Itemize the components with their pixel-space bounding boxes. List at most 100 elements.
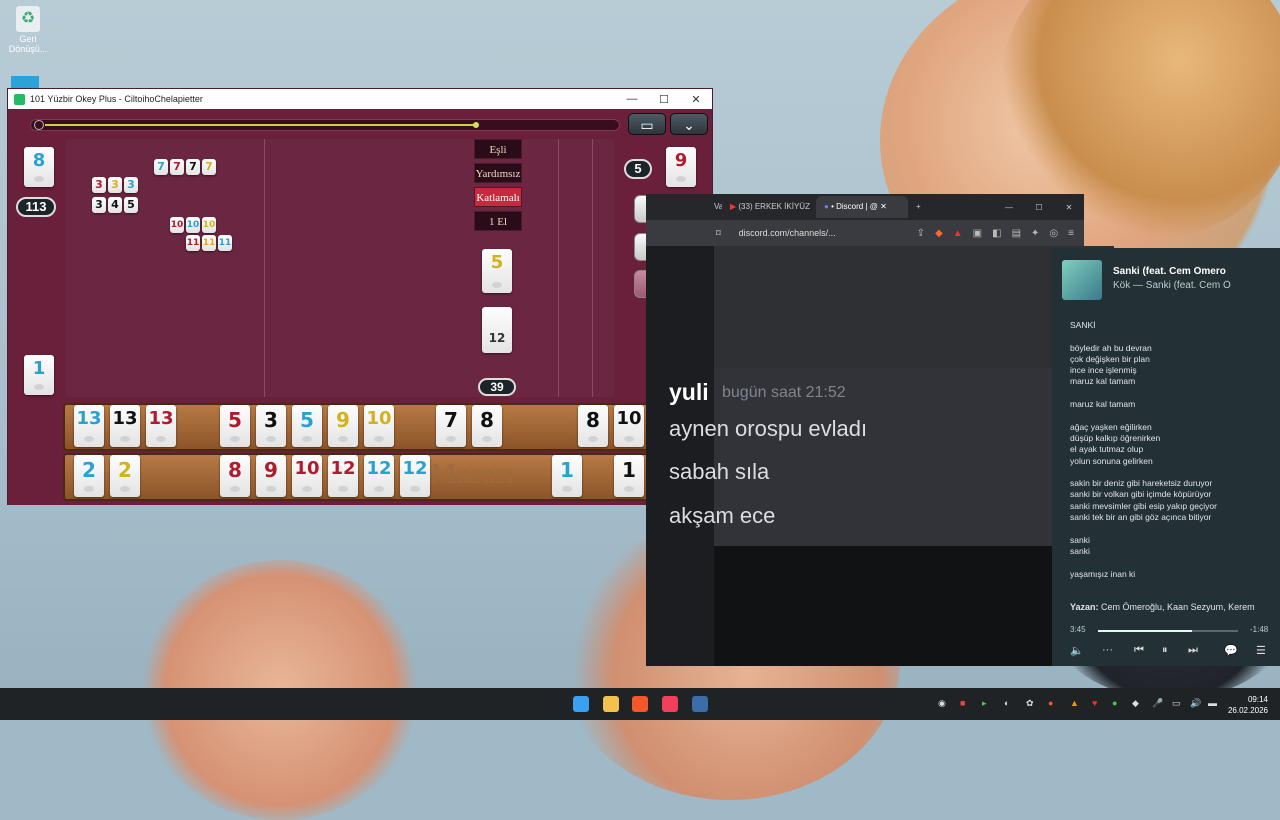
rack-tile[interactable]: 12 <box>328 455 358 497</box>
sidebar-icon[interactable]: ◧ <box>992 228 1001 239</box>
network-icon[interactable]: ▭ <box>1172 698 1181 709</box>
rack-tile[interactable]: 13 <box>74 405 104 447</box>
rack-tile[interactable]: 10 <box>292 455 322 497</box>
chat-button[interactable]: ▭ <box>628 113 666 135</box>
tab-discord[interactable]: ● • Discord | @ ✕ <box>816 196 908 218</box>
left-player-discard-tile[interactable]: 8 <box>24 147 54 187</box>
indicator-tile: 5 <box>482 249 512 293</box>
rack-tile[interactable]: 8 <box>472 405 502 447</box>
rack-tile[interactable]: 12 <box>364 455 394 497</box>
volume-icon[interactable]: 🔈 <box>1070 644 1084 657</box>
menu-icon[interactable]: ≡ <box>1068 228 1074 239</box>
tray-app-icon[interactable]: ◆ <box>1132 698 1139 709</box>
tray-app-icon[interactable]: ✿ <box>1026 698 1034 709</box>
rack-tile[interactable]: 9 <box>256 455 286 497</box>
rack-tile[interactable]: 8 <box>220 455 250 497</box>
brave-rewards-icon[interactable]: ▲ <box>953 228 963 239</box>
rack-tile[interactable]: 10 <box>364 405 394 447</box>
lyric-line: ince ince işlenmiş <box>1070 365 1137 376</box>
leo-ai-icon[interactable]: ✦ <box>1031 228 1039 239</box>
playback-progress[interactable] <box>1098 630 1238 632</box>
game-rule-label: Katlamalı <box>474 187 522 207</box>
rack-tile[interactable]: 8 <box>578 405 608 447</box>
tab-youtube[interactable]: ▶ (33) ERKEK İKİYÜZ <box>722 196 816 218</box>
draw-pile-tile[interactable]: 12 <box>482 307 512 353</box>
brave-shield-icon[interactable]: ◆ <box>935 228 943 239</box>
new-tab-button[interactable]: + <box>908 196 938 218</box>
menu-dropdown-button[interactable]: ⌄ <box>670 113 708 135</box>
rack-tile[interactable]: 7 <box>436 405 466 447</box>
rack-tile[interactable]: 2 <box>110 455 140 497</box>
browser-minimize-button[interactable]: — <box>994 203 1024 212</box>
steam-tray-icon[interactable]: ◉ <box>938 698 946 709</box>
lyric-line: sanki bir volkan gibi içimde köpürüyor <box>1070 489 1212 500</box>
screenshot-icon[interactable]: ▣ <box>973 228 982 239</box>
lyrics-icon[interactable]: 💬 <box>1224 644 1238 657</box>
wallet-icon[interactable]: ▤ <box>1012 228 1021 239</box>
close-button[interactable]: ✕ <box>680 93 712 106</box>
rack-tile[interactable]: 5 <box>220 405 250 447</box>
playback-progress-fill <box>1098 630 1192 632</box>
brave-browser-icon[interactable] <box>632 696 648 712</box>
next-track-icon[interactable]: ⏭ <box>1188 644 1198 657</box>
browser-close-button[interactable]: ✕ <box>1054 203 1084 212</box>
previous-track-icon[interactable]: ⏮ <box>1134 644 1144 657</box>
rack-tile[interactable]: 2 <box>74 455 104 497</box>
lyric-line <box>1070 523 1270 534</box>
rack-tile[interactable]: 12 <box>400 455 430 497</box>
tray-app-icon[interactable]: ▲ <box>1070 698 1079 708</box>
queue-icon[interactable]: ☰ <box>1256 644 1266 657</box>
music-app-icon[interactable] <box>662 696 678 712</box>
tray-app-icon[interactable]: ● <box>1048 698 1053 708</box>
maximize-button[interactable]: ☐ <box>648 93 680 106</box>
tray-app-icon[interactable]: ■ <box>960 698 965 708</box>
lyric-line <box>1070 557 1270 568</box>
message-line: sabah sıla <box>669 459 770 484</box>
more-options-icon[interactable]: ··· <box>1102 644 1113 656</box>
lyric-line: maruz kal tamam <box>1070 376 1136 387</box>
start-icon[interactable] <box>573 696 589 712</box>
taskbar-clock[interactable]: 09:14 26.02.2026 <box>1222 694 1268 716</box>
nvidia-tray-icon[interactable]: ▸ <box>982 698 987 709</box>
tray-app-icon[interactable]: ♥ <box>1092 698 1097 708</box>
okey-game-taskbar-icon[interactable] <box>692 696 708 712</box>
recycle-bin-shortcut[interactable]: ♻ Geri Dönüşü... <box>8 6 48 54</box>
rack-tile[interactable]: 1 <box>614 455 644 497</box>
lyric-line: sanki mevsimler gibi esip yakıp geçiyor <box>1070 500 1217 511</box>
lyric-line: böyledir ah bu devran <box>1070 342 1152 353</box>
left-bottom-discard-tile[interactable]: 1 <box>24 355 54 395</box>
microphone-icon[interactable]: 🎤 <box>1152 698 1163 709</box>
rack-tile[interactable]: 10 <box>614 405 644 447</box>
message-line: akşam ece <box>669 503 776 528</box>
message-author[interactable]: yuli <box>669 379 709 406</box>
minimize-button[interactable]: — <box>616 93 648 105</box>
rack-tile[interactable]: 13 <box>146 405 176 447</box>
browser-maximize-button[interactable]: ☐ <box>1024 203 1054 212</box>
song-title: Sanki (feat. Cem Ömero <box>1113 266 1226 277</box>
url-field[interactable]: discord.com/channels/... <box>739 228 917 238</box>
bookmark-icon[interactable]: ⌑ <box>716 228 721 239</box>
rack-tile[interactable]: 13 <box>110 405 140 447</box>
rack-tile[interactable]: 1 <box>552 455 582 497</box>
share-icon[interactable]: ⇪ <box>917 228 925 239</box>
volume-tray-icon[interactable]: 🔊 <box>1190 698 1201 709</box>
left-player-score: 113 <box>16 197 56 217</box>
opened-set-tile: 10 <box>202 217 216 233</box>
file-explorer-icon[interactable] <box>603 696 619 712</box>
opened-set-tile: 3 <box>92 177 106 193</box>
tray-app-icon[interactable]: ◐ <box>1004 698 1009 708</box>
right-player-discard-tile[interactable]: 9 <box>666 147 696 187</box>
tab-close-icon[interactable]: ✕ <box>880 202 887 211</box>
tab-vadisi[interactable]: Vadisi <box>646 196 722 218</box>
music-lyrics-panel: Sanki (feat. Cem Ömero Kök — Sanki (feat… <box>1052 248 1280 666</box>
pause-icon[interactable]: ⏸ <box>1162 644 1168 657</box>
game-rule-label: Eşli <box>474 139 522 159</box>
vpn-icon[interactable]: ◎ <box>1049 228 1058 239</box>
rack-tile[interactable]: 3 <box>256 405 286 447</box>
rack-tile[interactable]: 5 <box>292 405 322 447</box>
battery-icon[interactable]: ▬ <box>1208 698 1217 708</box>
rack-tile[interactable]: 9 <box>328 405 358 447</box>
message-timestamp: bugün saat 21:52 <box>722 384 846 401</box>
tray-app-icon[interactable]: ● <box>1112 698 1117 708</box>
desktop-shortcut-icon[interactable] <box>11 76 39 88</box>
